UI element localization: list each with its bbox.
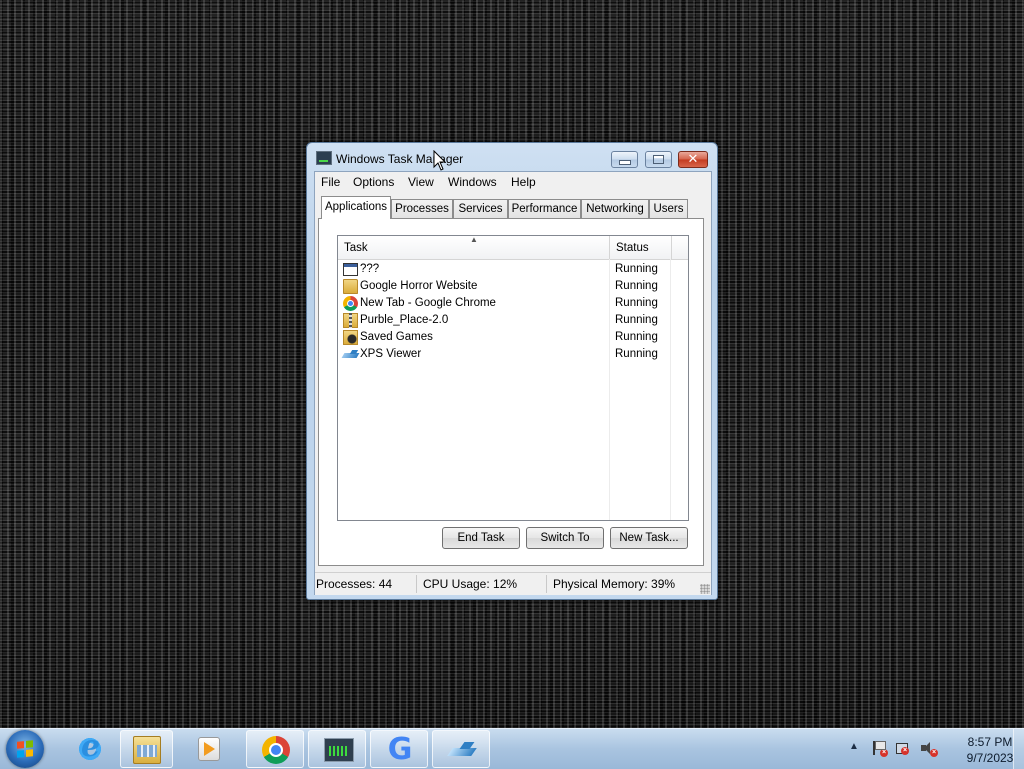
- taskbar-task-manager[interactable]: [308, 730, 366, 768]
- xps-viewer-icon: [343, 347, 358, 362]
- taskbar-windows-explorer[interactable]: [120, 730, 173, 768]
- task-name: Saved Games: [360, 331, 433, 343]
- windows-explorer-icon: [133, 736, 161, 764]
- tab-networking[interactable]: Networking: [581, 199, 649, 218]
- clock[interactable]: 8:57 PM 9/7/2023: [960, 734, 1020, 766]
- start-button[interactable]: [6, 730, 44, 768]
- task-name: Google Horror Website: [360, 280, 478, 292]
- tab-applications[interactable]: Applications: [321, 196, 391, 219]
- task-row[interactable]: XPS Viewer Running: [338, 346, 688, 363]
- minimize-icon: [618, 160, 631, 165]
- task-status: Running: [615, 314, 658, 326]
- task-status: Running: [615, 331, 658, 343]
- google-icon: G: [387, 732, 413, 767]
- chrome-icon: [262, 736, 290, 764]
- cpu-usage: CPU Usage: 12%: [423, 577, 518, 591]
- column-header-task[interactable]: ▲ Task: [338, 235, 610, 259]
- status-bar: Processes: 44 CPU Usage: 12% Physical Me…: [315, 572, 711, 595]
- title-bar[interactable]: Windows Task Manager ✕: [307, 143, 717, 171]
- menu-view[interactable]: View: [408, 175, 434, 189]
- task-row[interactable]: ??? Running: [338, 261, 688, 278]
- sort-ascending-icon: ▲: [470, 235, 478, 244]
- minimize-button[interactable]: [611, 151, 638, 168]
- saved-games-icon: [343, 330, 358, 345]
- media-player-icon: [198, 737, 220, 761]
- close-icon: ✕: [687, 152, 699, 167]
- mute-badge-icon: ×: [930, 749, 938, 757]
- task-manager-icon: [316, 151, 332, 165]
- task-name: XPS Viewer: [360, 348, 422, 360]
- task-list-header: ▲ Task Status: [338, 235, 688, 260]
- task-list[interactable]: ▲ Task Status ??? Running Google Horror …: [337, 235, 689, 521]
- applications-panel: ▲ Task Status ??? Running Google Horror …: [318, 218, 704, 566]
- menu-options[interactable]: Options: [353, 175, 394, 189]
- show-desktop-button[interactable]: [1013, 729, 1024, 769]
- task-status: Running: [615, 263, 658, 275]
- physical-memory: Physical Memory: 39%: [553, 577, 676, 591]
- task-row[interactable]: Google Horror Website Running: [338, 278, 688, 295]
- task-status: Running: [615, 297, 658, 309]
- task-name: ???: [360, 263, 380, 275]
- window-client-area: File Options View Windows Help Applicati…: [314, 171, 712, 595]
- taskbar: G ▲ × × × 8:57 PM 9/7/2023: [0, 728, 1024, 769]
- show-hidden-icons-icon[interactable]: ▲: [849, 741, 859, 752]
- system-tray: ▲ × × × 8:57 PM 9/7/2023: [834, 729, 1024, 769]
- volume-muted-icon[interactable]: ×: [920, 741, 938, 757]
- status-divider: [416, 575, 417, 593]
- column-task-label: Task: [344, 242, 368, 254]
- task-name: New Tab - Google Chrome: [360, 297, 496, 309]
- network-icon[interactable]: ×: [896, 743, 909, 755]
- taskbar-internet-explorer[interactable]: [61, 729, 119, 768]
- processes-count: Processes: 44: [316, 577, 393, 591]
- task-row[interactable]: Saved Games Running: [338, 329, 688, 346]
- taskbar-google[interactable]: G: [370, 730, 428, 768]
- menu-file[interactable]: File: [321, 175, 340, 189]
- error-badge-icon: ×: [901, 747, 909, 755]
- column-header-status[interactable]: Status: [610, 236, 672, 259]
- task-manager-window: Windows Task Manager ✕ File Options View…: [306, 142, 718, 600]
- error-badge-icon: ×: [880, 749, 888, 757]
- clock-time: 8:57 PM: [967, 735, 1013, 749]
- menu-windows[interactable]: Windows: [448, 175, 497, 189]
- maximize-icon: [653, 155, 664, 164]
- column-status-label: Status: [616, 242, 649, 254]
- task-name: Purble_Place-2.0: [360, 314, 449, 326]
- new-task-button[interactable]: New Task...: [610, 527, 688, 549]
- internet-explorer-icon: [76, 729, 104, 764]
- zip-folder-icon: [343, 313, 358, 328]
- tab-processes[interactable]: Processes: [391, 199, 453, 218]
- mouse-cursor-icon: [433, 150, 447, 171]
- tab-users[interactable]: Users: [649, 199, 688, 218]
- taskbar-xps-viewer[interactable]: [432, 730, 490, 768]
- menu-help[interactable]: Help: [511, 175, 536, 189]
- task-row[interactable]: Purble_Place-2.0 Running: [338, 312, 688, 329]
- tab-services[interactable]: Services: [453, 199, 508, 218]
- task-status: Running: [615, 280, 658, 292]
- menu-bar: File Options View Windows Help: [315, 172, 711, 192]
- xps-viewer-icon: [448, 736, 476, 764]
- maximize-button[interactable]: [645, 151, 672, 168]
- resize-grip-icon[interactable]: [700, 584, 710, 594]
- tab-performance[interactable]: Performance: [508, 199, 581, 218]
- task-manager-icon: [324, 738, 354, 762]
- action-center-icon[interactable]: ×: [870, 741, 888, 757]
- window-icon: [343, 263, 358, 276]
- windows-logo-icon: [17, 740, 33, 758]
- taskbar-chrome[interactable]: [246, 730, 304, 768]
- taskbar-media-player[interactable]: [180, 730, 238, 768]
- chrome-icon: [343, 296, 358, 311]
- status-divider: [546, 575, 547, 593]
- switch-to-button[interactable]: Switch To: [526, 527, 604, 549]
- close-button[interactable]: ✕: [678, 151, 708, 168]
- task-status: Running: [615, 348, 658, 360]
- folder-icon: [343, 279, 358, 294]
- clock-date: 9/7/2023: [966, 751, 1014, 765]
- end-task-button[interactable]: End Task: [442, 527, 520, 549]
- task-row[interactable]: New Tab - Google Chrome Running: [338, 295, 688, 312]
